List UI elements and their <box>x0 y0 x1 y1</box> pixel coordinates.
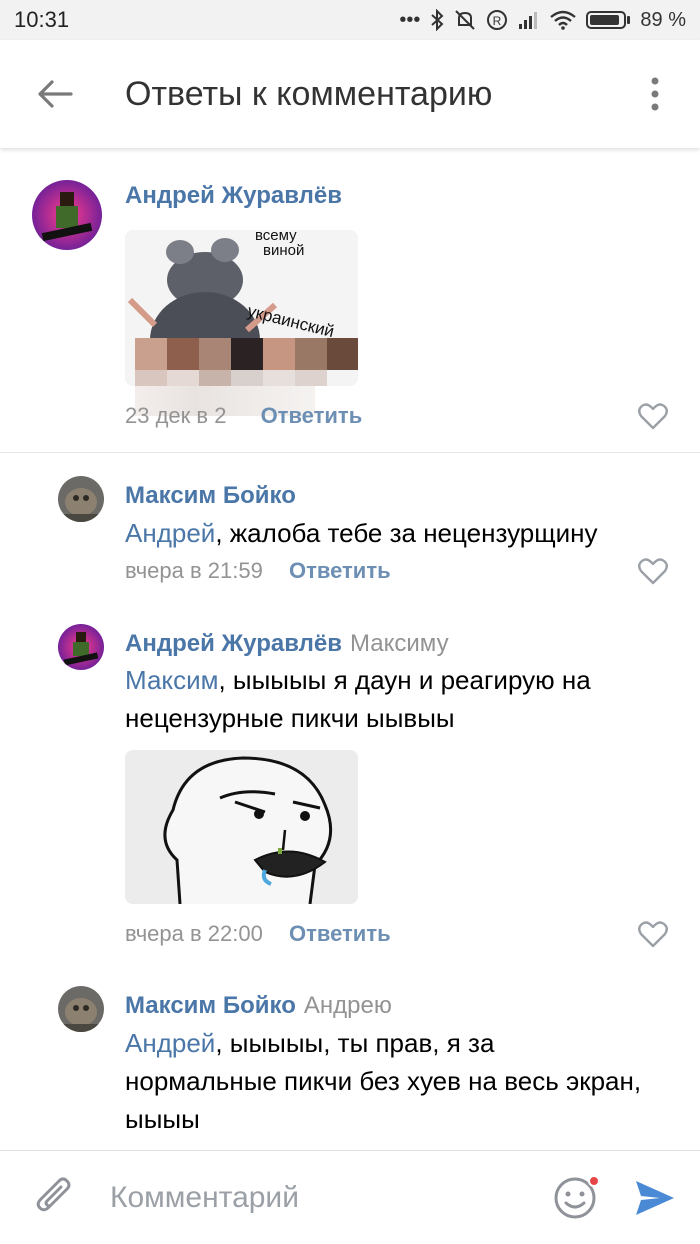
mute-icon <box>455 10 476 30</box>
paperclip-icon <box>36 1177 71 1211</box>
comment-meta: вчера в 22:00 Ответить <box>125 921 391 947</box>
send-icon <box>636 1180 674 1215</box>
page-title: Ответы к комментарию <box>125 74 493 113</box>
mention-link[interactable]: Андрей <box>125 1028 215 1058</box>
comment-author-line: Максим Бойко <box>125 482 296 510</box>
reply-button[interactable]: Ответить <box>289 558 391 583</box>
back-button[interactable] <box>0 40 110 148</box>
reply-button[interactable]: Ответить <box>289 921 391 946</box>
comment-meta: вчера в 21:59 Ответить <box>125 558 391 584</box>
avatar[interactable] <box>58 476 104 522</box>
reply-button[interactable]: Ответить <box>261 403 363 428</box>
comment-author-line: Максим Бойко Андрею <box>125 992 392 1020</box>
roaming-icon: R <box>487 10 508 30</box>
svg-text:R: R <box>493 14 502 28</box>
reply-to-name[interactable]: Максиму <box>350 630 449 657</box>
heart-icon[interactable] <box>638 402 668 430</box>
image-caption-mid: виной <box>263 242 304 259</box>
comment-input-bar <box>0 1150 700 1244</box>
avatar[interactable] <box>32 180 102 250</box>
more-notifications-icon: ••• <box>399 9 421 31</box>
status-time: 10:31 <box>14 7 70 32</box>
comment-text: Максим, ыыыыы я даун и реагирую на нецен… <box>125 661 675 737</box>
comment-timestamp: 23 дек в 2 <box>125 403 227 428</box>
battery-icon <box>586 11 631 29</box>
author-name[interactable]: Максим Бойко <box>125 482 296 509</box>
comments-list: Андрей Журавлёв всему виной украинский 2… <box>0 150 700 1150</box>
notification-dot <box>588 1174 600 1187</box>
attach-button[interactable] <box>0 1151 110 1244</box>
comment-input[interactable] <box>110 1167 540 1228</box>
author-name[interactable]: Андрей Журавлёв <box>125 182 342 209</box>
avatar[interactable] <box>58 624 104 670</box>
comment-author-line: Андрей Журавлёв Максиму <box>125 630 449 658</box>
comment-meta: 23 дек в 2 Ответить <box>125 403 362 429</box>
arrow-left-icon <box>38 80 73 108</box>
send-button[interactable] <box>610 1151 700 1244</box>
comment-text: Андрей, ыыыыы, ты прав, я за нормальные … <box>125 1024 645 1138</box>
status-bar: 10:31 ••• R 89 % <box>0 0 700 40</box>
avatar[interactable] <box>58 986 104 1032</box>
heart-icon[interactable] <box>638 557 668 585</box>
author-name[interactable]: Андрей Журавлёв <box>125 630 342 657</box>
mention-link[interactable]: Андрей <box>125 518 215 548</box>
comment-text: Андрей, жалоба тебе за нецензурщину <box>125 514 675 552</box>
divider <box>0 452 700 453</box>
comment-image-rat[interactable]: всему виной украинский <box>125 230 358 386</box>
comment-timestamp: вчера в 22:00 <box>125 921 263 946</box>
battery-percent: 89 % <box>640 8 686 31</box>
comment-author-line: Андрей Журавлёв <box>125 182 342 210</box>
app-bar: Ответы к комментарию <box>0 40 700 148</box>
mention-link[interactable]: Максим <box>125 665 218 695</box>
more-vertical-icon <box>651 77 659 111</box>
comment-body: , жалоба тебе за нецензурщину <box>215 518 598 548</box>
signal-icon <box>519 12 538 29</box>
heart-icon[interactable] <box>638 920 668 948</box>
reply-to-name[interactable]: Андрею <box>304 992 392 1019</box>
author-name[interactable]: Максим Бойко <box>125 992 296 1019</box>
status-icons: ••• R 89 % <box>399 9 686 32</box>
more-options-button[interactable] <box>610 40 700 148</box>
bluetooth-icon <box>431 9 444 31</box>
emoji-button[interactable] <box>540 1151 610 1244</box>
comment-image-meme[interactable] <box>125 750 358 904</box>
comment-timestamp: вчера в 21:59 <box>125 558 263 583</box>
wifi-icon <box>550 10 577 30</box>
